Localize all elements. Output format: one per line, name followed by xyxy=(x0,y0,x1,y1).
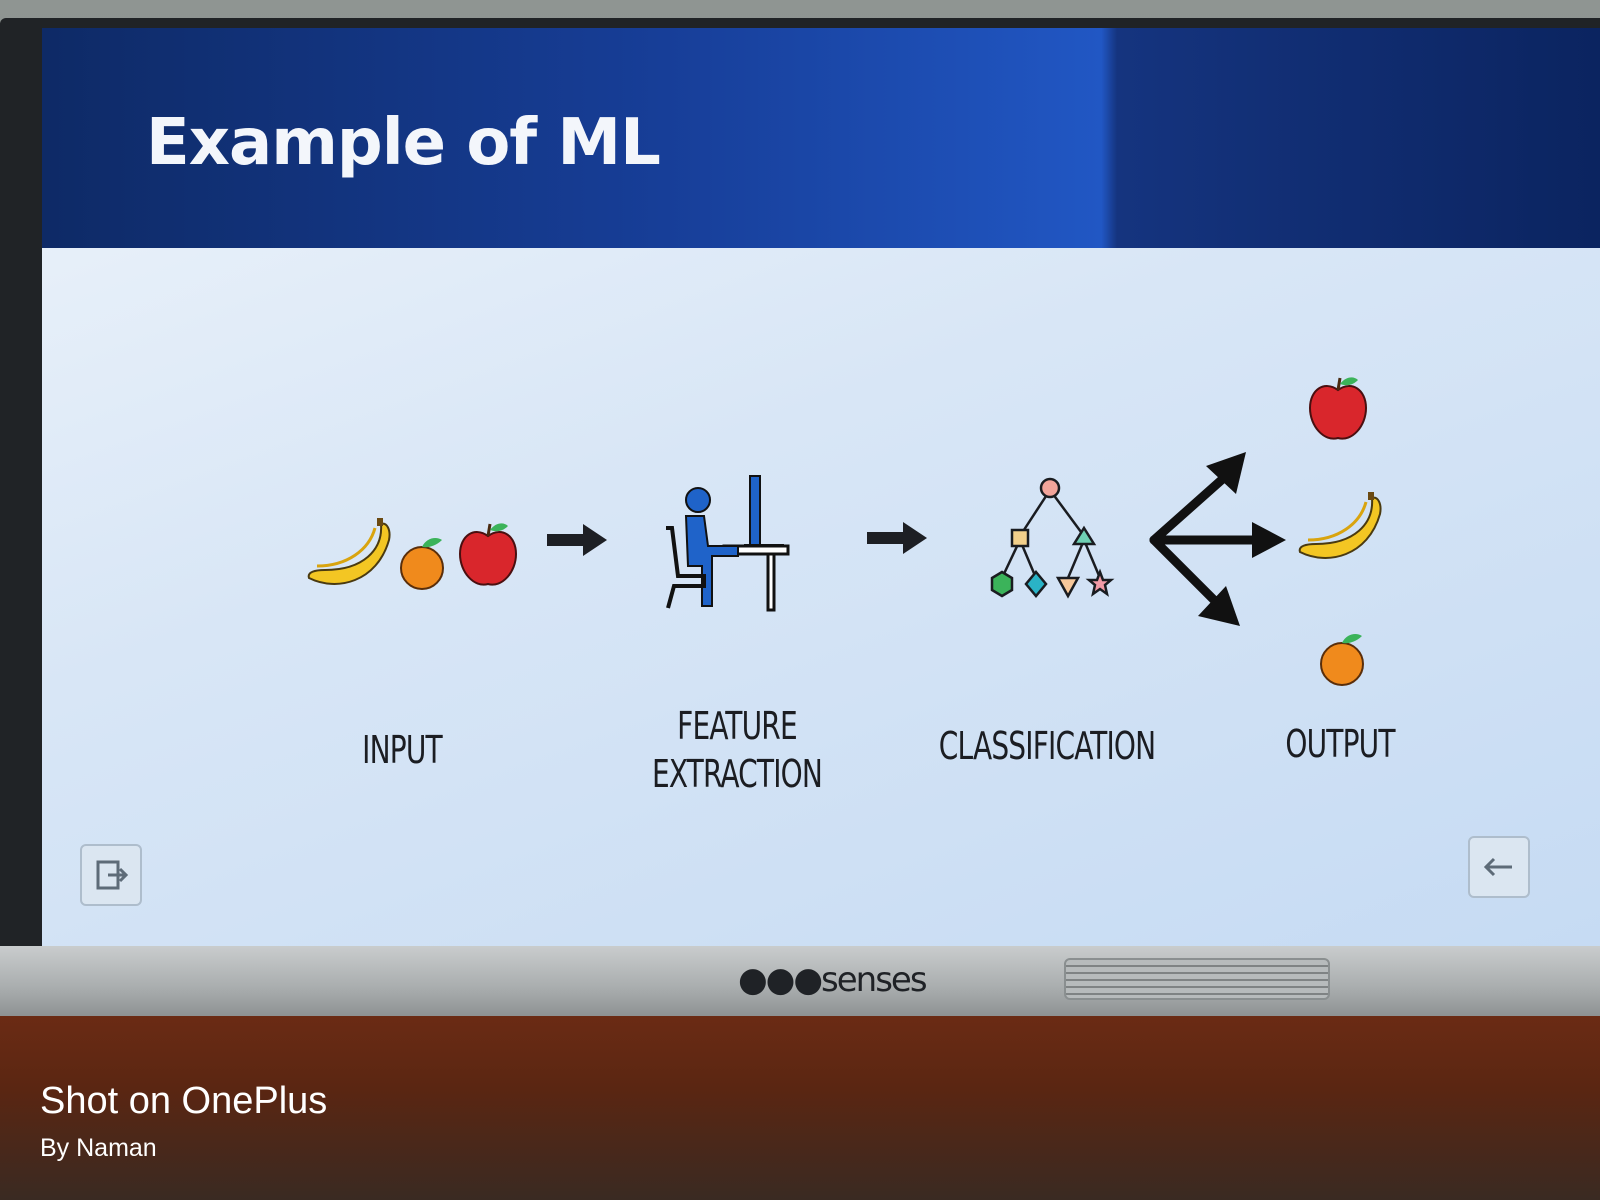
arrow-right-icon xyxy=(547,524,607,556)
camera-watermark: Shot on OnePlus xyxy=(40,1080,328,1122)
projected-slide: Example of ML INPUT FEATURE EXTRACTION C… xyxy=(42,28,1600,946)
stage-label-classification: CLASSIFICATION xyxy=(938,724,1156,768)
stage-label-output: OUTPUT xyxy=(1285,722,1395,766)
decision-tree-icon xyxy=(990,477,1115,599)
brand-dots: ●●● xyxy=(738,960,823,1000)
arrow-left-icon xyxy=(1483,857,1512,877)
orange-icon xyxy=(400,538,444,590)
exit-icon xyxy=(96,860,129,890)
stage-label-feature-extraction: FEATURE EXTRACTION xyxy=(651,704,823,796)
exit-slideshow-button[interactable] xyxy=(80,844,142,906)
stage-label-input: INPUT xyxy=(362,728,443,772)
ml-pipeline-diagram xyxy=(307,377,1382,686)
speaker-grill xyxy=(1064,958,1330,1000)
branching-arrows-icon xyxy=(1149,471,1259,609)
banana-icon xyxy=(1298,492,1382,559)
apple-icon xyxy=(1308,377,1368,440)
brand-name: senses xyxy=(821,960,928,1000)
previous-slide-button[interactable] xyxy=(1468,836,1530,898)
banana-icon xyxy=(307,518,391,585)
display-brand-logo: ●●●senses xyxy=(738,960,928,1000)
person-at-computer-icon xyxy=(666,475,790,612)
orange-icon xyxy=(1320,634,1364,686)
apple-icon xyxy=(458,523,518,586)
arrow-right-icon xyxy=(867,522,927,554)
camera-watermark-author: By Naman xyxy=(40,1134,157,1162)
